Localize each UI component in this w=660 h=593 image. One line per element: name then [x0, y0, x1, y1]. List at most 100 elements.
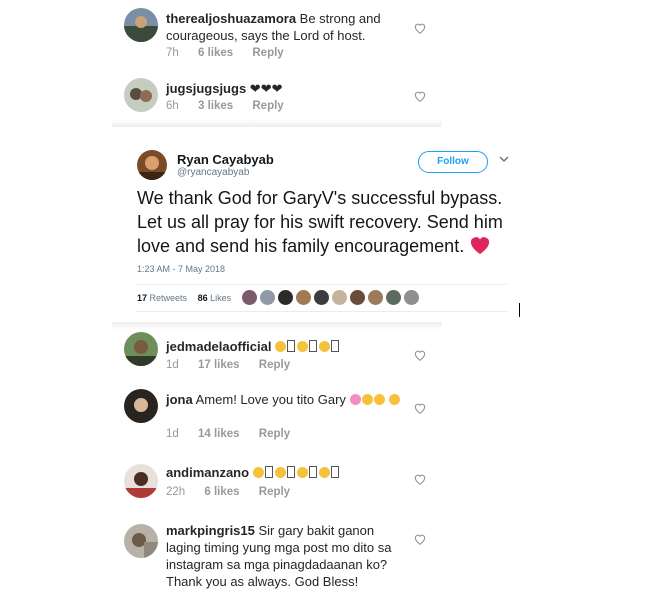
missing-glyph-icon — [264, 466, 273, 478]
reply-button[interactable]: Reply — [259, 359, 290, 371]
comment-body: jedmadelaofficial — [166, 338, 406, 355]
avatar[interactable] — [124, 524, 158, 558]
comment-likes[interactable]: 14 likes — [198, 428, 240, 440]
emoji-icon — [318, 467, 330, 478]
avatar[interactable] — [278, 290, 293, 305]
reply-button[interactable]: Reply — [259, 486, 290, 498]
comment-username[interactable]: jugsjugsjugs — [166, 81, 246, 96]
tweet-text: We thank God for GaryV's successful bypa… — [137, 186, 517, 258]
likes-label[interactable]: Likes — [210, 293, 231, 303]
comment-body: jona Amem! Love you tito Gary — [166, 391, 406, 408]
emoji-icon — [252, 467, 264, 478]
comment-time: 22h — [166, 486, 186, 498]
comment-emojis — [275, 339, 341, 354]
emoji-icon — [373, 394, 385, 405]
retweets-label[interactable]: Retweets — [150, 293, 188, 303]
comment-time: 6h — [166, 100, 179, 112]
avatar[interactable] — [368, 290, 383, 305]
emoji-icon — [361, 394, 373, 405]
avatar[interactable] — [296, 290, 311, 305]
text-cursor — [519, 303, 520, 317]
heart-emoji-icon — [349, 394, 361, 405]
divider — [135, 311, 507, 312]
heart-outline-icon[interactable] — [413, 472, 427, 486]
avatar[interactable] — [386, 290, 401, 305]
avatar[interactable] — [350, 290, 365, 305]
heart-outline-icon[interactable] — [413, 532, 427, 546]
emoji-icon — [389, 394, 401, 405]
comment-body: markpingris15 Sir gary bakit ganon lagin… — [166, 522, 406, 590]
reply-button[interactable]: Reply — [259, 428, 290, 440]
instagram-comments-top: therealjoshuazamora Be strong and courag… — [112, 0, 442, 127]
missing-glyph-icon — [308, 466, 317, 478]
comment-time: 1d — [166, 428, 179, 440]
avatar[interactable] — [124, 464, 158, 498]
avatar[interactable] — [314, 290, 329, 305]
tweet-author-name[interactable]: Ryan Cayabyab — [177, 152, 274, 167]
reply-button[interactable]: Reply — [252, 100, 283, 112]
comment-username[interactable]: jona — [166, 392, 193, 407]
comment-item: jedmadelaofficial 1d 17 likes Reply — [112, 328, 442, 376]
avatar[interactable] — [404, 290, 419, 305]
heart-outline-icon[interactable] — [413, 348, 427, 362]
heart-outline-icon[interactable] — [413, 21, 427, 35]
comment-meta: 22h 6 likes Reply — [166, 486, 306, 498]
heart-emoji-icon — [471, 237, 490, 255]
tweet-timestamp[interactable]: 1:23 AM - 7 May 2018 — [137, 264, 225, 274]
emoji-icon — [274, 467, 286, 478]
tweet-author-handle[interactable]: @ryancayabyab — [177, 167, 249, 178]
tweet-text-content: We thank God for GaryV's successful bypa… — [137, 188, 503, 256]
avatar[interactable] — [124, 332, 158, 366]
comment-username[interactable]: markpingris15 — [166, 523, 255, 538]
heart-outline-icon[interactable] — [413, 401, 427, 415]
tweet-avatar[interactable] — [137, 150, 167, 180]
avatar[interactable] — [124, 8, 158, 42]
comment-likes[interactable]: 6 likes — [198, 47, 233, 59]
comment-item: jona Amem! Love you tito Gary 1d 14 like… — [112, 385, 442, 447]
missing-glyph-icon — [331, 340, 340, 352]
comment-text: ❤❤❤ — [249, 81, 283, 96]
avatar[interactable] — [124, 389, 158, 423]
divider — [135, 284, 507, 285]
chevron-down-icon[interactable] — [499, 154, 509, 164]
instagram-comments-bottom: jedmadelaofficial 1d 17 likes Reply jona… — [112, 322, 442, 593]
emoji-icon — [297, 341, 309, 352]
comment-item: therealjoshuazamora Be strong and courag… — [112, 4, 442, 62]
tweet-stats: 17 Retweets 86 Likes — [137, 293, 231, 303]
comment-meta: 1d 17 likes Reply — [166, 359, 306, 371]
comment-likes[interactable]: 17 likes — [198, 359, 240, 371]
comment-likes[interactable]: 6 likes — [204, 486, 239, 498]
embedded-tweet: Ryan Cayabyab @ryancayabyab Follow We th… — [125, 136, 517, 312]
emoji-icon — [275, 341, 287, 352]
reply-button[interactable]: Reply — [252, 47, 283, 59]
avatar[interactable] — [260, 290, 275, 305]
missing-glyph-icon — [330, 466, 339, 478]
comment-time: 7h — [166, 47, 179, 59]
comment-item: andimanzano 22h 6 likes Reply — [112, 460, 442, 510]
comment-body: andimanzano — [166, 464, 406, 481]
missing-glyph-icon — [309, 340, 318, 352]
comment-item: markpingris15 Sir gary bakit ganon lagin… — [112, 520, 442, 593]
comment-meta: 1d 14 likes Reply — [166, 428, 306, 440]
likes-count[interactable]: 86 — [198, 293, 208, 303]
missing-glyph-icon — [286, 466, 295, 478]
retweets-count[interactable]: 17 — [137, 293, 147, 303]
follow-button[interactable]: Follow — [418, 151, 488, 173]
comment-username[interactable]: andimanzano — [166, 465, 249, 480]
missing-glyph-icon — [287, 340, 296, 352]
comment-body: therealjoshuazamora Be strong and courag… — [166, 10, 406, 44]
avatar[interactable] — [242, 290, 257, 305]
comment-likes[interactable]: 3 likes — [198, 100, 233, 112]
comment-body: jugsjugsjugs ❤❤❤ — [166, 80, 406, 97]
comment-username[interactable]: therealjoshuazamora — [166, 11, 296, 26]
comment-meta: 6h 3 likes Reply — [166, 100, 300, 112]
comment-text: Amem! Love you tito Gary — [195, 392, 346, 407]
heart-outline-icon[interactable] — [413, 89, 427, 103]
comment-emojis — [252, 465, 341, 480]
avatar[interactable] — [332, 290, 347, 305]
comment-item: jugsjugsjugs ❤❤❤ 6h 3 likes Reply — [112, 72, 442, 122]
avatar[interactable] — [124, 78, 158, 112]
comment-username[interactable]: jedmadelaofficial — [166, 339, 271, 354]
comment-meta: 7h 6 likes Reply — [166, 47, 300, 59]
comment-time: 1d — [166, 359, 179, 371]
